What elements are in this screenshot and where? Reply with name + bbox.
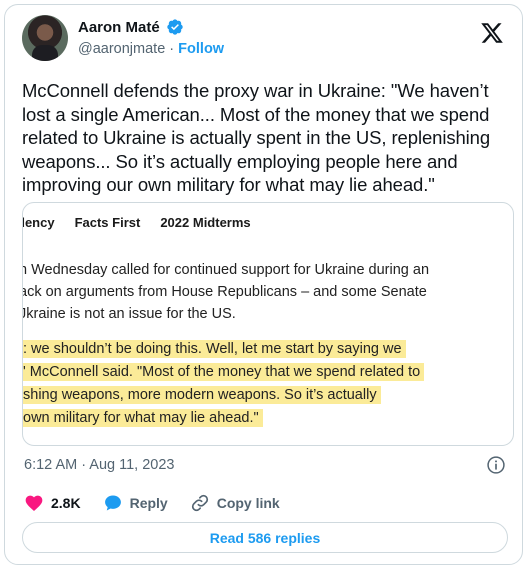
quote-line: : we shouldn’t be doing this. Well, let …	[23, 340, 406, 358]
handle-row: @aaronjmate · Follow	[78, 41, 224, 57]
highlighted-quote: : we shouldn’t be doing this. Well, let …	[23, 338, 425, 430]
heart-icon	[25, 495, 43, 511]
copy-link-label: Copy link	[216, 495, 280, 511]
link-icon	[191, 494, 208, 512]
article-nav: dency Facts First 2022 Midterms	[23, 215, 251, 230]
reply-bubble-icon	[104, 495, 121, 511]
article-paragraph: n Wednesday called for continued support…	[22, 259, 513, 325]
tweet-card: Aaron Maté @aaronjmate · Follow McConnel…	[4, 4, 523, 565]
read-replies-button[interactable]: Read 586 replies	[22, 522, 508, 553]
copy-link-button[interactable]: Copy link	[190, 493, 280, 513]
author-handle[interactable]: @aaronjmate	[78, 41, 165, 57]
separator-dot: ·	[169, 41, 175, 57]
reply-button[interactable]: Reply	[103, 493, 168, 513]
article-line: n Wednesday called for continued support…	[22, 262, 430, 278]
article-line: Jkraine is not an issue for the US.	[22, 306, 236, 322]
author-name-row: Aaron Maté	[78, 18, 184, 36]
info-icon[interactable]	[486, 455, 506, 475]
author-name[interactable]: Aaron Maté	[78, 19, 160, 36]
article-line: ack on arguments from House Republicans …	[22, 284, 427, 300]
quote-line: own military for what may lie ahead."	[23, 409, 263, 427]
tweet-actions: 2.8K Reply Copy link	[24, 493, 302, 513]
like-button[interactable]: 2.8K	[24, 493, 81, 513]
avatar[interactable]	[22, 15, 68, 61]
embedded-image[interactable]: dency Facts First 2022 Midterms n Wednes…	[22, 202, 514, 446]
quote-line: ' McConnell said. "Most of the money tha…	[23, 363, 425, 381]
tweet-timestamp[interactable]: 6:12 AM · Aug 11, 2023	[24, 457, 174, 473]
like-count: 2.8K	[51, 495, 81, 511]
quote-line: shing weapons, more modern weapons. So i…	[23, 386, 381, 404]
nav-item: dency	[23, 215, 55, 230]
reply-label: Reply	[129, 495, 168, 511]
nav-item: 2022 Midterms	[160, 215, 251, 230]
x-logo-icon[interactable]	[480, 21, 504, 45]
tweet-text: McConnell defends the proxy war in Ukrai…	[22, 80, 491, 195]
follow-button[interactable]: Follow	[178, 41, 224, 57]
nav-item: Facts First	[74, 215, 141, 230]
verified-badge-icon	[167, 19, 183, 35]
